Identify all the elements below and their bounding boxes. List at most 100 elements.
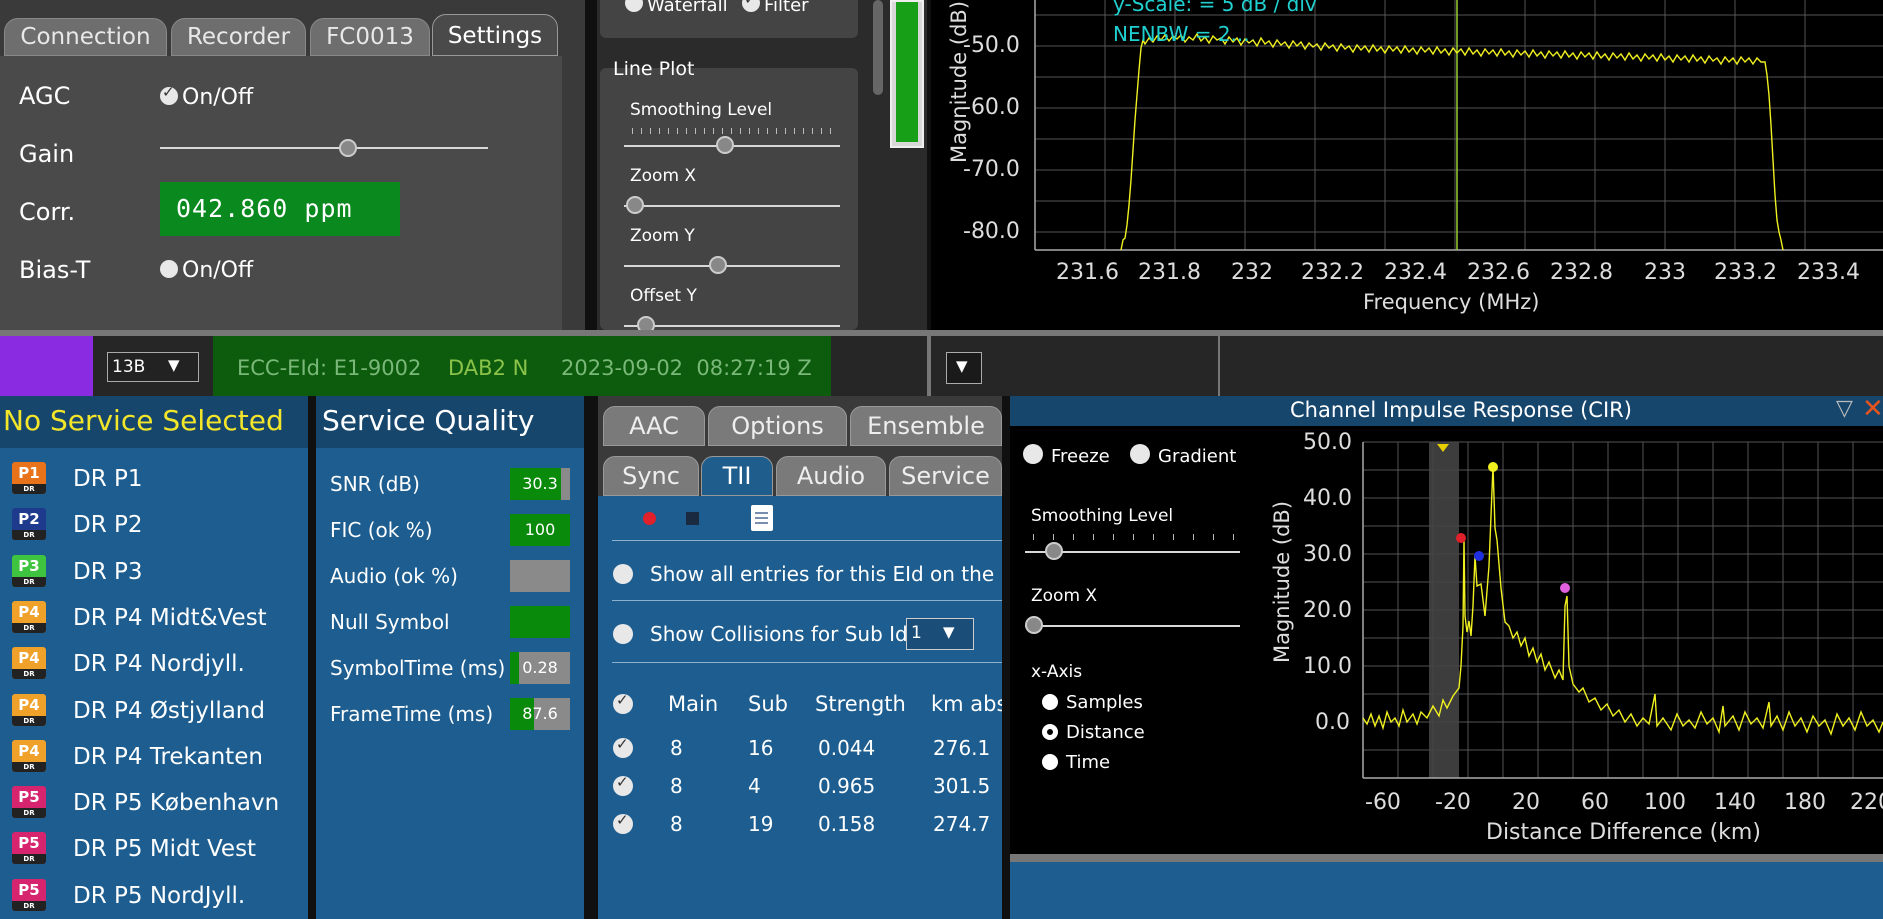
filter-toggle[interactable]: Filter <box>742 0 809 16</box>
gain-slider[interactable] <box>160 147 488 149</box>
tab-settings[interactable]: Settings <box>432 14 558 56</box>
tab-service[interactable]: Service <box>889 456 1002 496</box>
service-name: DR P4 Midt&Vest <box>73 604 267 631</box>
row-checkbox[interactable]: ✓ <box>613 773 633 796</box>
service-name: DR P4 Østjylland <box>73 697 265 724</box>
radio-icon <box>1023 444 1043 464</box>
column-header-strength[interactable]: Strength <box>815 692 906 716</box>
spectrum-ytick: -50.0 <box>963 33 1020 58</box>
station-logo-text: P4 <box>18 695 40 714</box>
line-plot-title: Line Plot <box>613 58 695 80</box>
table-cell-strength: 0.965 <box>818 774 876 798</box>
tab-fc0013[interactable]: FC0013 <box>310 18 430 56</box>
x-axis-samples[interactable]: Samples <box>1042 692 1143 713</box>
gain-slider-thumb[interactable] <box>339 139 357 157</box>
sub-id-select[interactable]: 1 ▼ <box>906 618 974 650</box>
cir-zoom-x-label: Zoom X <box>1031 586 1098 606</box>
quality-value: 100 <box>524 520 556 539</box>
check-icon: ✓ <box>616 811 629 829</box>
zoom-y-slider[interactable] <box>624 265 840 267</box>
cir-zoom-x-slider[interactable] <box>1025 625 1240 627</box>
zoom-y-slider-thumb[interactable] <box>709 256 727 274</box>
row-checkbox[interactable]: ✓ <box>613 811 633 834</box>
smoothing-slider-thumb[interactable] <box>716 136 734 154</box>
service-list-item[interactable]: P4 DR DR P4 Østjylland <box>10 690 300 732</box>
tab-tii[interactable]: TII <box>701 456 773 496</box>
select-all-checkbox[interactable]: ✓ <box>613 691 633 714</box>
service-list-item[interactable]: P4 DR DR P4 Nordjyll. <box>10 643 300 685</box>
service-list-item[interactable]: P5 DR DR P5 Midt Vest <box>10 828 300 870</box>
table-cell-km: 301.5 <box>933 774 991 798</box>
stop-icon[interactable] <box>686 512 699 525</box>
quality-label: Null Symbol <box>330 610 450 634</box>
scrollbar[interactable] <box>873 0 883 95</box>
column-header-km[interactable]: km abs <box>931 692 1002 716</box>
tab-sync[interactable]: Sync <box>603 456 699 496</box>
spectrum-trace <box>1120 32 1784 251</box>
waterfall-toggle[interactable]: Waterfall <box>625 0 728 16</box>
gradient-label: Gradient <box>1158 446 1237 467</box>
x-axis-distance[interactable]: Distance <box>1042 722 1145 743</box>
freeze-toggle[interactable]: Freeze <box>1023 444 1110 467</box>
record-icon[interactable] <box>643 512 656 525</box>
offset-y-slider[interactable] <box>624 325 840 327</box>
cir-xtick: -60 <box>1365 790 1401 815</box>
cir-guard-band <box>1429 442 1459 778</box>
quality-label: Audio (ok %) <box>330 564 458 588</box>
agc-toggle[interactable]: On/Off <box>160 83 253 110</box>
zoom-x-slider[interactable] <box>624 205 840 207</box>
zoom-x-slider-thumb[interactable] <box>626 196 644 214</box>
separator <box>612 600 1002 601</box>
spectrum-xtick: 232.4 <box>1384 260 1447 285</box>
service-list-item[interactable]: P5 DR DR P5 København <box>10 782 300 824</box>
tab-aac[interactable]: AAC <box>603 406 705 446</box>
checkbox-icon <box>160 83 178 105</box>
tab-recorder[interactable]: Recorder <box>171 18 306 56</box>
collapse-icon[interactable]: ▽ <box>1836 396 1853 421</box>
x-axis-time[interactable]: Time <box>1042 752 1110 773</box>
cir-peak-marker-pink <box>1560 583 1570 593</box>
show-collisions-radio[interactable] <box>613 624 633 644</box>
spectrum-xtick: 232.2 <box>1301 260 1364 285</box>
quality-meter: 30.3 <box>510 468 570 500</box>
waterfall-label: Waterfall <box>647 0 728 16</box>
tab-ensemble[interactable]: Ensemble <box>850 406 1002 446</box>
biast-toggle[interactable]: On/Off <box>160 258 253 283</box>
cir-zoom-x-slider-thumb[interactable] <box>1025 616 1043 634</box>
tab-audio[interactable]: Audio <box>776 456 886 496</box>
service-list-item[interactable]: P1 DR DR P1 <box>10 458 300 500</box>
dropdown-button[interactable]: ▼ <box>946 352 982 384</box>
column-header-sub[interactable]: Sub <box>748 692 788 716</box>
corr-display[interactable]: 042.860 ppm <box>160 182 400 236</box>
service-list-item[interactable]: P3 DR DR P3 <box>10 551 300 593</box>
cir-smoothing-slider-thumb[interactable] <box>1045 542 1063 560</box>
corr-value: 042.860 ppm <box>176 194 353 223</box>
service-name: DR P5 København <box>73 790 280 817</box>
column-header-main[interactable]: Main <box>668 692 718 716</box>
channel-select[interactable]: 13B ▼ <box>107 352 199 382</box>
table-cell-strength: 0.158 <box>818 812 876 836</box>
dr-mark: DR <box>12 484 46 494</box>
service-list-item[interactable]: P4 DR DR P4 Trekanten <box>10 736 300 778</box>
quality-label: FrameTime (ms) <box>330 702 494 726</box>
service-list-item[interactable]: P5 DR DR P5 NordJyll. <box>10 875 300 917</box>
agc-label: AGC <box>19 82 71 110</box>
dr-mark: DR <box>12 808 46 819</box>
table-cell-km: 274.7 <box>933 812 991 836</box>
document-icon[interactable] <box>751 505 773 531</box>
station-logo-text: P3 <box>18 556 40 575</box>
show-all-radio[interactable] <box>613 564 633 584</box>
row-checkbox[interactable]: ✓ <box>613 735 633 758</box>
gradient-toggle[interactable]: Gradient <box>1130 444 1236 467</box>
tab-connection[interactable]: Connection <box>4 18 167 56</box>
close-icon[interactable]: ✕ <box>1862 394 1883 424</box>
quality-meter-fill <box>510 606 570 638</box>
quality-meter: 100 <box>510 514 570 546</box>
tab-options[interactable]: Options <box>708 406 847 446</box>
service-list-item[interactable]: P2 DR DR P2 <box>10 504 300 546</box>
panel-divider <box>927 336 931 396</box>
station-logo-icon: P2 DR <box>12 508 46 541</box>
service-list-item[interactable]: P4 DR DR P4 Midt&Vest <box>10 597 300 639</box>
separator <box>612 540 1002 541</box>
dr-mark: DR <box>12 622 46 633</box>
